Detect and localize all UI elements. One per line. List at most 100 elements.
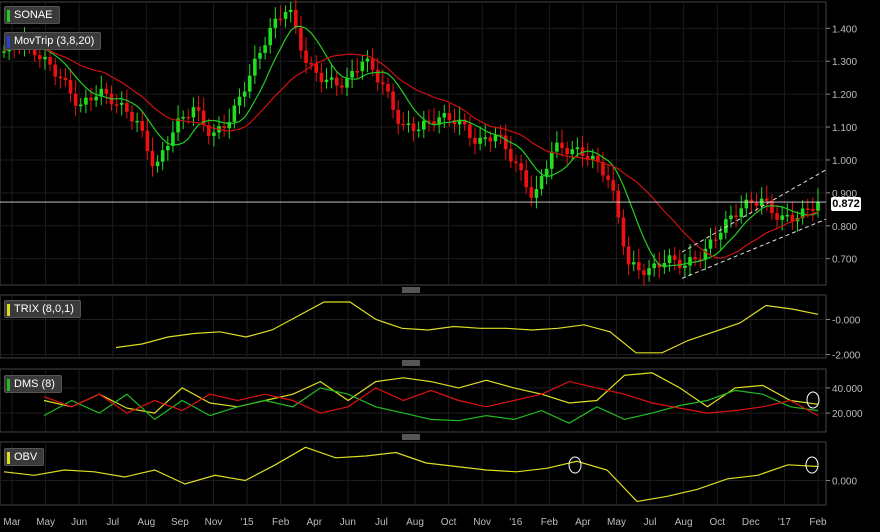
dms-tick-label: 40.000	[832, 384, 863, 395]
x-tick-label: Feb	[272, 517, 290, 528]
candle-body	[130, 111, 134, 122]
candle-body	[468, 124, 472, 138]
candle-body	[263, 45, 267, 53]
candle-body	[647, 268, 651, 276]
main-tick-label: 1.300	[832, 57, 857, 68]
indicator-label[interactable]: MovTrip (3,8,20)	[4, 32, 102, 50]
candle-body	[718, 232, 723, 240]
obv-panel-frame	[0, 441, 827, 506]
main-panel-frame	[0, 1, 827, 286]
candle-body	[785, 214, 790, 217]
candle-body	[48, 56, 52, 65]
candle-body	[473, 137, 477, 144]
x-tick-label: May	[607, 517, 626, 528]
candle-body	[196, 107, 201, 111]
candle-body	[514, 161, 518, 164]
candle-body	[734, 215, 738, 218]
candle-body	[43, 56, 47, 60]
candle-body	[693, 257, 697, 260]
candle-body	[616, 190, 621, 218]
candle-body	[324, 79, 329, 83]
candle-body	[135, 120, 139, 123]
candle-body	[442, 113, 447, 118]
candle-body	[770, 200, 774, 214]
x-tick-label: Jul	[375, 517, 388, 528]
candle-body	[114, 104, 119, 106]
series-swatch	[7, 10, 10, 22]
x-tick-label: Sep	[171, 517, 189, 528]
candle-body	[386, 84, 390, 92]
x-tick-label: Aug	[406, 517, 424, 528]
x-tick-label: Feb	[541, 517, 559, 528]
candle-body	[58, 76, 63, 79]
candle-body	[181, 116, 185, 119]
candle-body	[334, 77, 339, 86]
candle-body	[570, 149, 575, 155]
x-tick-label: Jun	[71, 517, 87, 528]
candle-body	[524, 170, 528, 188]
candle-body	[329, 77, 334, 80]
candle-body	[355, 71, 360, 73]
candle-body	[401, 123, 406, 126]
candle-body	[160, 150, 165, 162]
candle-body	[708, 239, 713, 249]
x-tick-label: Nov	[205, 517, 223, 528]
main-tick-label: 0.700	[832, 255, 857, 266]
main-tick-label: 1.200	[832, 90, 857, 101]
obv-tick-label: 0.000	[832, 477, 857, 488]
candle-body	[544, 168, 549, 176]
candle-body	[411, 123, 416, 131]
main-tick-label: 0.800	[832, 222, 857, 233]
candle-body	[519, 163, 523, 171]
candle-body	[370, 58, 375, 70]
candle-body	[555, 142, 559, 152]
candle-body	[688, 257, 692, 266]
candle-body	[529, 187, 534, 198]
candle-body	[391, 91, 395, 110]
candle-body	[667, 255, 672, 263]
candle-body	[575, 147, 580, 150]
candle-body	[421, 120, 426, 130]
candle-body	[119, 102, 124, 105]
trix-tick-label: -0.000	[832, 316, 861, 327]
candle-body	[447, 113, 452, 121]
candle-body	[104, 88, 109, 94]
candle-body	[416, 129, 421, 132]
candle-body	[509, 149, 513, 162]
dms-panel-label[interactable]: DMS (8)	[4, 375, 62, 393]
candle-body	[232, 105, 237, 122]
candle-body	[805, 208, 810, 211]
candle-body	[268, 27, 273, 46]
candle-body	[488, 137, 493, 142]
candle-body	[304, 50, 308, 64]
candle-body	[360, 61, 365, 72]
candle-body	[125, 102, 129, 112]
candle-body	[790, 214, 795, 222]
candle-body	[247, 75, 252, 92]
candle-body	[73, 93, 78, 106]
x-tick-label: Apr	[306, 517, 322, 528]
candle-body	[242, 91, 247, 97]
main-panel-label[interactable]: SONAE	[4, 6, 60, 24]
indicator-title: MovTrip (3,8,20)	[14, 35, 95, 47]
candle-body	[309, 63, 313, 65]
x-tick-label: Feb	[809, 517, 827, 528]
x-tick-label: Nov	[473, 517, 491, 528]
x-tick-label: Jun	[340, 517, 356, 528]
main-panel-title: SONAE	[14, 9, 53, 21]
candle-body	[590, 155, 595, 160]
candle-body	[652, 263, 656, 269]
candle-body	[212, 132, 216, 136]
candle-body	[273, 18, 278, 28]
candle-body	[503, 135, 508, 150]
obv-panel-label[interactable]: OBV	[4, 448, 45, 466]
trix-panel-label[interactable]: TRIX (8,0,1)	[4, 300, 81, 318]
x-tick-label: '16	[509, 517, 522, 528]
candle-body	[314, 63, 319, 73]
candle-body	[754, 202, 759, 206]
candle-body	[642, 270, 646, 276]
obv-title: OBV	[14, 451, 38, 463]
candle-body	[288, 9, 293, 12]
candle-body	[340, 85, 344, 88]
candle-body	[539, 175, 544, 190]
